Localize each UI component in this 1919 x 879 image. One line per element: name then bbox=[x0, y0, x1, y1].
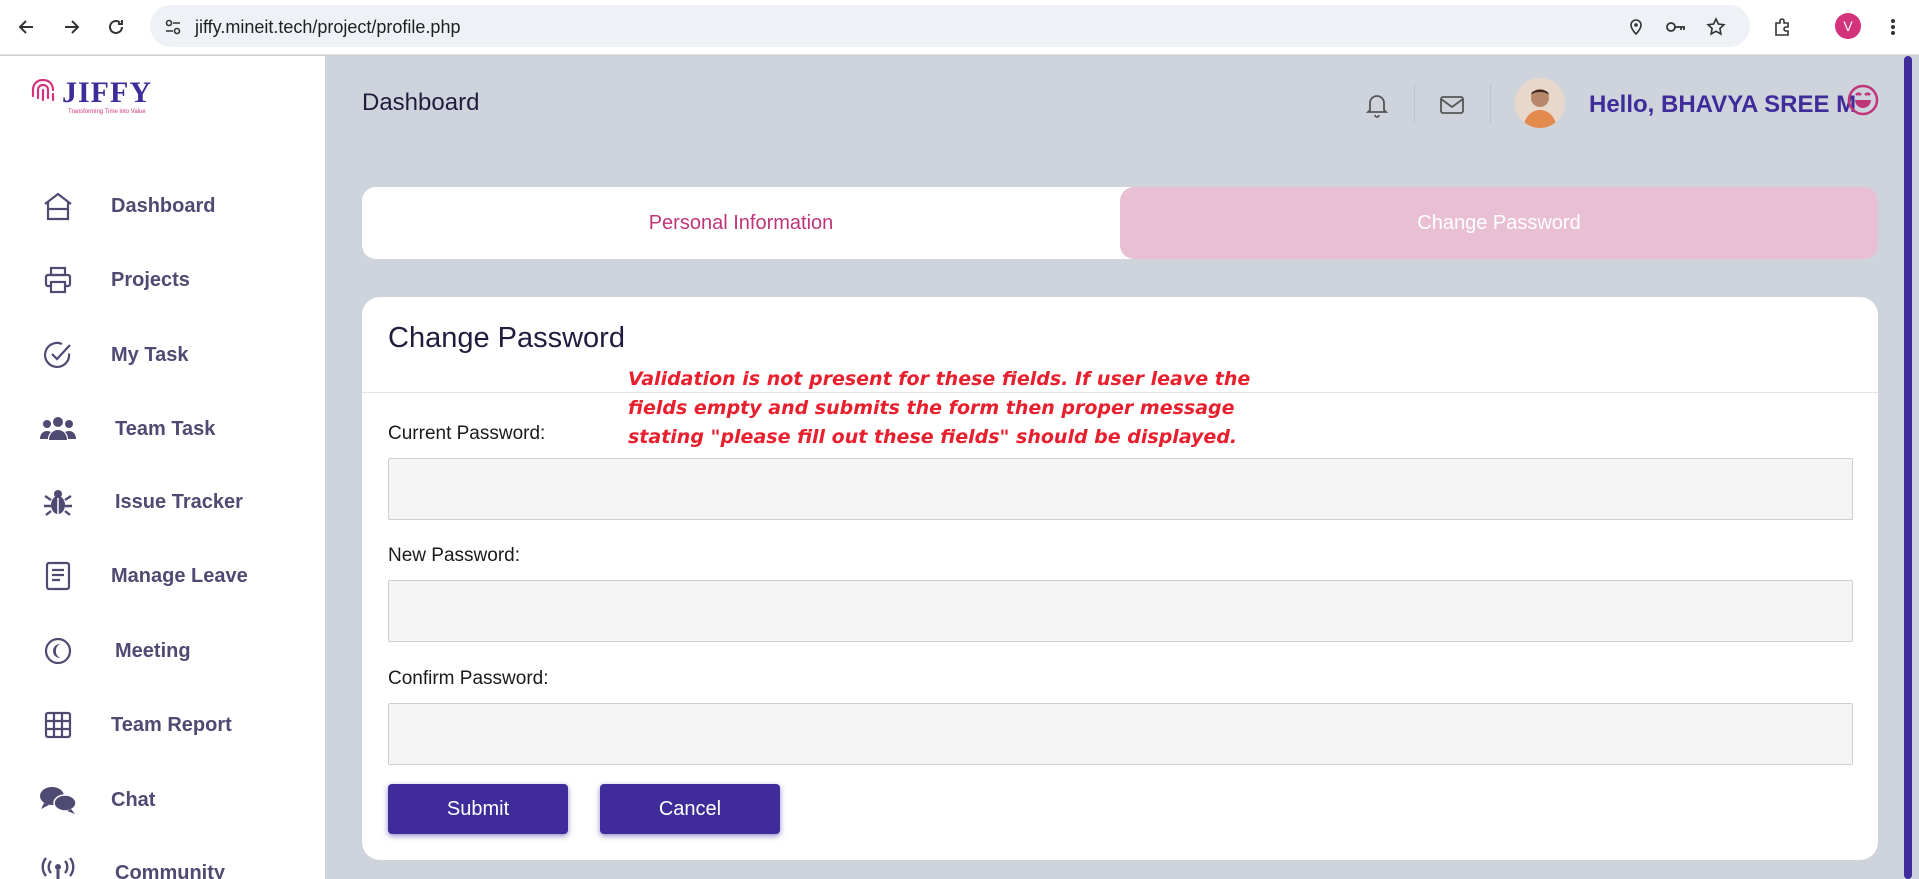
sidebar-item-label: Team Task bbox=[115, 417, 216, 440]
sidebar-item-manage-leave[interactable]: Manage Leave bbox=[38, 554, 248, 598]
sidebar-item-label: Manage Leave bbox=[111, 564, 248, 587]
sidebar-item-issue-tracker[interactable]: Issue Tracker bbox=[38, 480, 243, 524]
sidebar-item-label: Projects bbox=[111, 268, 190, 291]
sidebar: JIFFY Transforming Time into Value Dashb… bbox=[0, 56, 325, 879]
location-pin-icon[interactable] bbox=[1625, 16, 1647, 38]
sidebar-item-community[interactable]: Community bbox=[38, 851, 225, 879]
sidebar-item-dashboard[interactable]: Dashboard bbox=[38, 184, 215, 228]
bookmark-star-icon[interactable] bbox=[1705, 16, 1727, 38]
sidebar-item-label: Dashboard bbox=[111, 194, 216, 217]
new-password-input[interactable] bbox=[388, 580, 1853, 642]
confirm-password-label: Confirm Password: bbox=[388, 668, 549, 689]
address-bar[interactable]: jiffy.mineit.tech/project/profile.php bbox=[150, 5, 1750, 47]
sidebar-item-my-task[interactable]: My Task bbox=[38, 333, 188, 377]
tab-change-password[interactable]: Change Password bbox=[1120, 187, 1878, 259]
sidebar-item-meeting[interactable]: Meeting bbox=[38, 629, 191, 673]
sidebar-item-chat[interactable]: Chat bbox=[38, 778, 155, 822]
page-title: Dashboard bbox=[362, 89, 480, 116]
jiffy-logo[interactable]: JIFFY Transforming Time into Value bbox=[28, 76, 152, 115]
chat-bubbles-icon bbox=[38, 780, 78, 820]
forward-arrow-icon[interactable] bbox=[56, 12, 86, 42]
sidebar-item-team-task[interactable]: Team Task bbox=[38, 407, 215, 451]
sidebar-item-label: Chat bbox=[111, 788, 156, 811]
grid-icon bbox=[38, 705, 78, 745]
change-password-card: Change Password Validation is not presen… bbox=[362, 297, 1878, 860]
new-password-label: New Password: bbox=[388, 545, 520, 566]
fingerprint-logo-icon bbox=[31, 78, 55, 102]
site-settings-icon[interactable] bbox=[162, 16, 184, 38]
printer-icon bbox=[38, 260, 78, 300]
sidebar-item-label: My Task bbox=[111, 343, 189, 366]
user-greeting: Hello, BHAVYA SREE M bbox=[1589, 91, 1857, 118]
header-divider bbox=[1490, 83, 1491, 123]
sidebar-item-label: Meeting bbox=[115, 639, 191, 662]
mail-icon[interactable] bbox=[1437, 90, 1467, 120]
current-password-input[interactable] bbox=[388, 458, 1853, 520]
avatar[interactable] bbox=[1515, 78, 1565, 128]
check-circle-icon bbox=[38, 335, 78, 375]
moon-circle-icon bbox=[38, 631, 78, 671]
broadcast-icon bbox=[38, 853, 78, 879]
bell-icon[interactable] bbox=[1362, 90, 1392, 120]
validation-annotation: Validation is not present for these fiel… bbox=[628, 368, 1251, 448]
logo-text: JIFFY bbox=[62, 76, 152, 109]
confirm-password-input[interactable] bbox=[388, 703, 1853, 765]
sidebar-item-team-report[interactable]: Team Report bbox=[38, 703, 232, 747]
cancel-button[interactable]: Cancel bbox=[600, 784, 780, 834]
home-icon bbox=[38, 186, 78, 226]
sidebar-item-label: Issue Tracker bbox=[115, 490, 243, 513]
users-icon bbox=[38, 409, 78, 449]
submit-button[interactable]: Submit bbox=[388, 784, 568, 834]
browser-profile-avatar[interactable]: V bbox=[1835, 13, 1861, 39]
more-options-icon[interactable] bbox=[1878, 12, 1908, 42]
reload-icon[interactable] bbox=[101, 12, 131, 42]
document-icon bbox=[38, 556, 78, 596]
logo-tagline: Transforming Time into Value bbox=[68, 109, 146, 115]
header-divider bbox=[1414, 83, 1415, 123]
bug-icon bbox=[38, 482, 78, 522]
smiley-icon bbox=[1847, 84, 1879, 116]
sidebar-item-label: Community bbox=[115, 861, 225, 879]
url-text[interactable]: jiffy.mineit.tech/project/profile.php bbox=[195, 17, 460, 38]
back-arrow-icon[interactable] bbox=[12, 12, 42, 42]
profile-tabs: Personal Information Change Password bbox=[362, 187, 1878, 259]
browser-toolbar: jiffy.mineit.tech/project/profile.php V bbox=[0, 0, 1919, 55]
key-icon[interactable] bbox=[1665, 16, 1687, 38]
scrollbar-thumb[interactable] bbox=[1904, 56, 1912, 879]
card-title: Change Password bbox=[388, 322, 625, 354]
sidebar-item-projects[interactable]: Projects bbox=[38, 258, 190, 302]
extensions-icon[interactable] bbox=[1767, 12, 1797, 42]
sidebar-item-label: Team Report bbox=[111, 713, 232, 736]
current-password-label: Current Password: bbox=[388, 423, 546, 444]
tab-personal-information[interactable]: Personal Information bbox=[362, 187, 1120, 259]
